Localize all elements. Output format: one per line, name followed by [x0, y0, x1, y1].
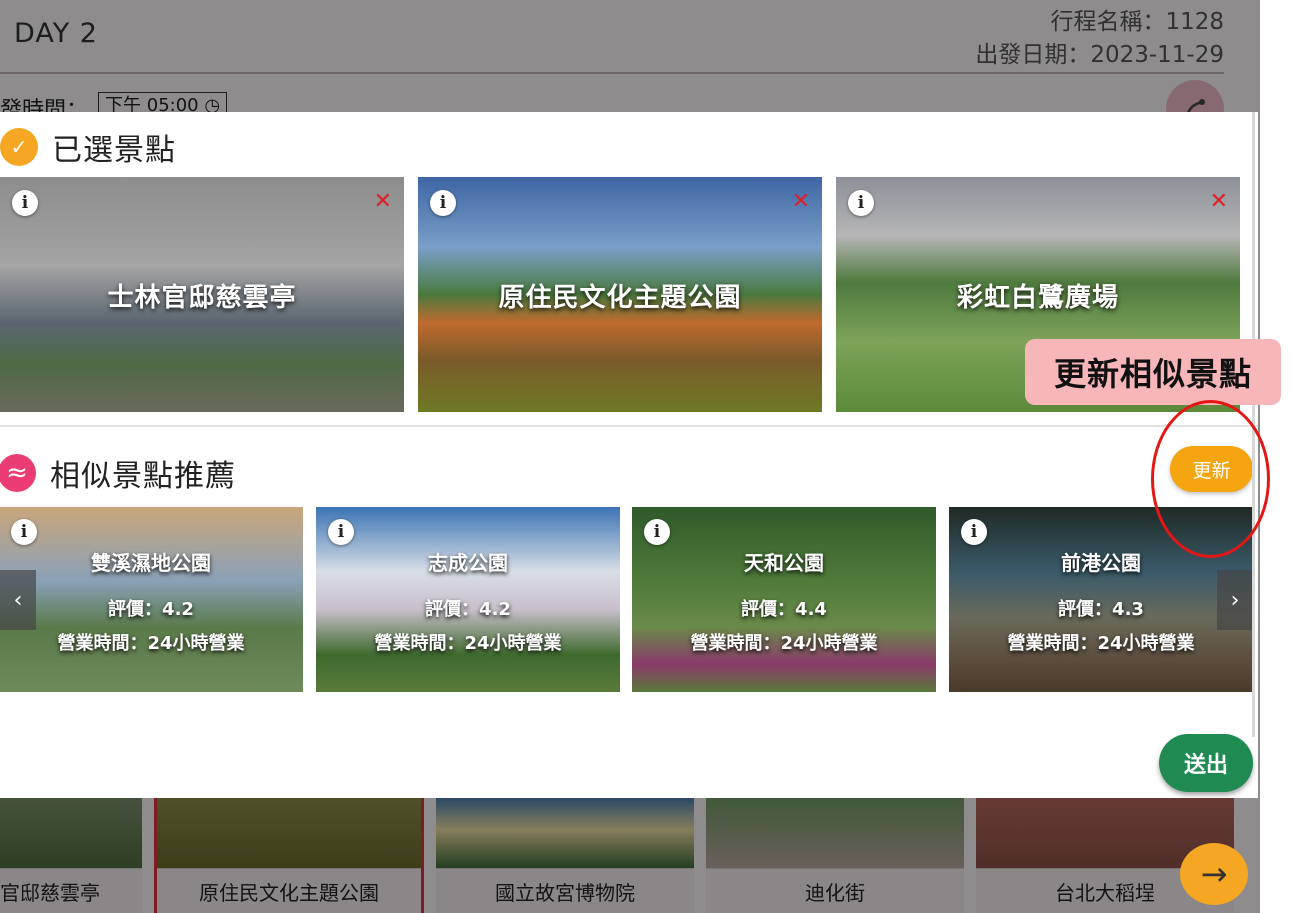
info-icon[interactable]: i [644, 519, 670, 545]
carousel-next-button[interactable]: › [1217, 570, 1253, 630]
chevron-right-icon: › [1230, 587, 1240, 613]
recommendation-name: 志成公園 [428, 551, 508, 575]
recommendation-card[interactable]: i 志成公園 評價：4.2 營業時間：24小時營業 [316, 507, 620, 692]
recommendation-rating: 評價：4.3 [1058, 599, 1144, 620]
recommendation-rating: 評價：4.2 [425, 599, 511, 620]
similar-icon: ≈ [0, 454, 36, 492]
recommendation-name: 天和公園 [744, 551, 824, 575]
recommendation-rating: 評價：4.2 [108, 599, 194, 620]
recommendation-rating: 評價：4.4 [741, 599, 827, 620]
remove-icon[interactable]: ✕ [1210, 191, 1228, 213]
info-icon[interactable]: i [11, 519, 37, 545]
selected-card-name: 士林官邸慈雲亭 [107, 283, 297, 313]
recommendation-card[interactable]: i 雙溪濕地公園 評價：4.2 營業時間：24小時營業 [0, 507, 303, 692]
carousel-prev-button[interactable]: ‹ [0, 570, 36, 630]
recommendation-hours: 營業時間：24小時營業 [1007, 633, 1195, 654]
selected-section-title: 已選景點 [52, 133, 176, 168]
info-icon[interactable]: i [12, 190, 38, 216]
check-icon: ✓ [0, 128, 38, 166]
selected-card-name: 彩虹白鷺廣場 [956, 283, 1119, 313]
section-divider [0, 425, 1258, 427]
remove-icon[interactable]: ✕ [792, 191, 810, 213]
recommendation-name: 雙溪濕地公園 [91, 551, 211, 575]
info-icon[interactable]: i [961, 519, 987, 545]
selected-section-header: ✓ 已選景點 [0, 125, 176, 169]
remove-icon[interactable]: ✕ [374, 191, 392, 213]
similar-section-title: 相似景點推薦 [50, 459, 236, 494]
similar-section-header: ≈ 相似景點推薦 [0, 451, 236, 495]
selected-card[interactable]: i ✕ 士林官邸慈雲亭 [0, 177, 404, 412]
recommendation-card[interactable]: i 天和公園 評價：4.4 營業時間：24小時營業 [632, 507, 936, 692]
selected-card-name: 原住民文化主題公園 [498, 283, 742, 313]
recommendation-hours: 營業時間：24小時營業 [374, 633, 562, 654]
next-day-button[interactable]: → [1180, 843, 1248, 905]
recommendation-hours: 營業時間：24小時營業 [57, 633, 245, 654]
info-icon[interactable]: i [430, 190, 456, 216]
submit-button[interactable]: 送出 [1159, 734, 1253, 792]
chevron-left-icon: ‹ [13, 587, 23, 613]
selected-card[interactable]: i ✕ 原住民文化主題公園 [418, 177, 822, 412]
annotation-callout: 更新相似景點 [1025, 339, 1281, 405]
info-icon[interactable]: i [328, 519, 354, 545]
annotation-highlight-ring [1151, 400, 1270, 558]
attraction-modal: ✓ 已選景點 i ✕ 士林官邸慈雲亭 i ✕ 原住民文化主題公園 i ✕ 彩虹白… [0, 112, 1258, 798]
recommendation-hours: 營業時間：24小時營業 [690, 633, 878, 654]
arrow-right-icon: → [1200, 855, 1228, 893]
info-icon[interactable]: i [848, 190, 874, 216]
